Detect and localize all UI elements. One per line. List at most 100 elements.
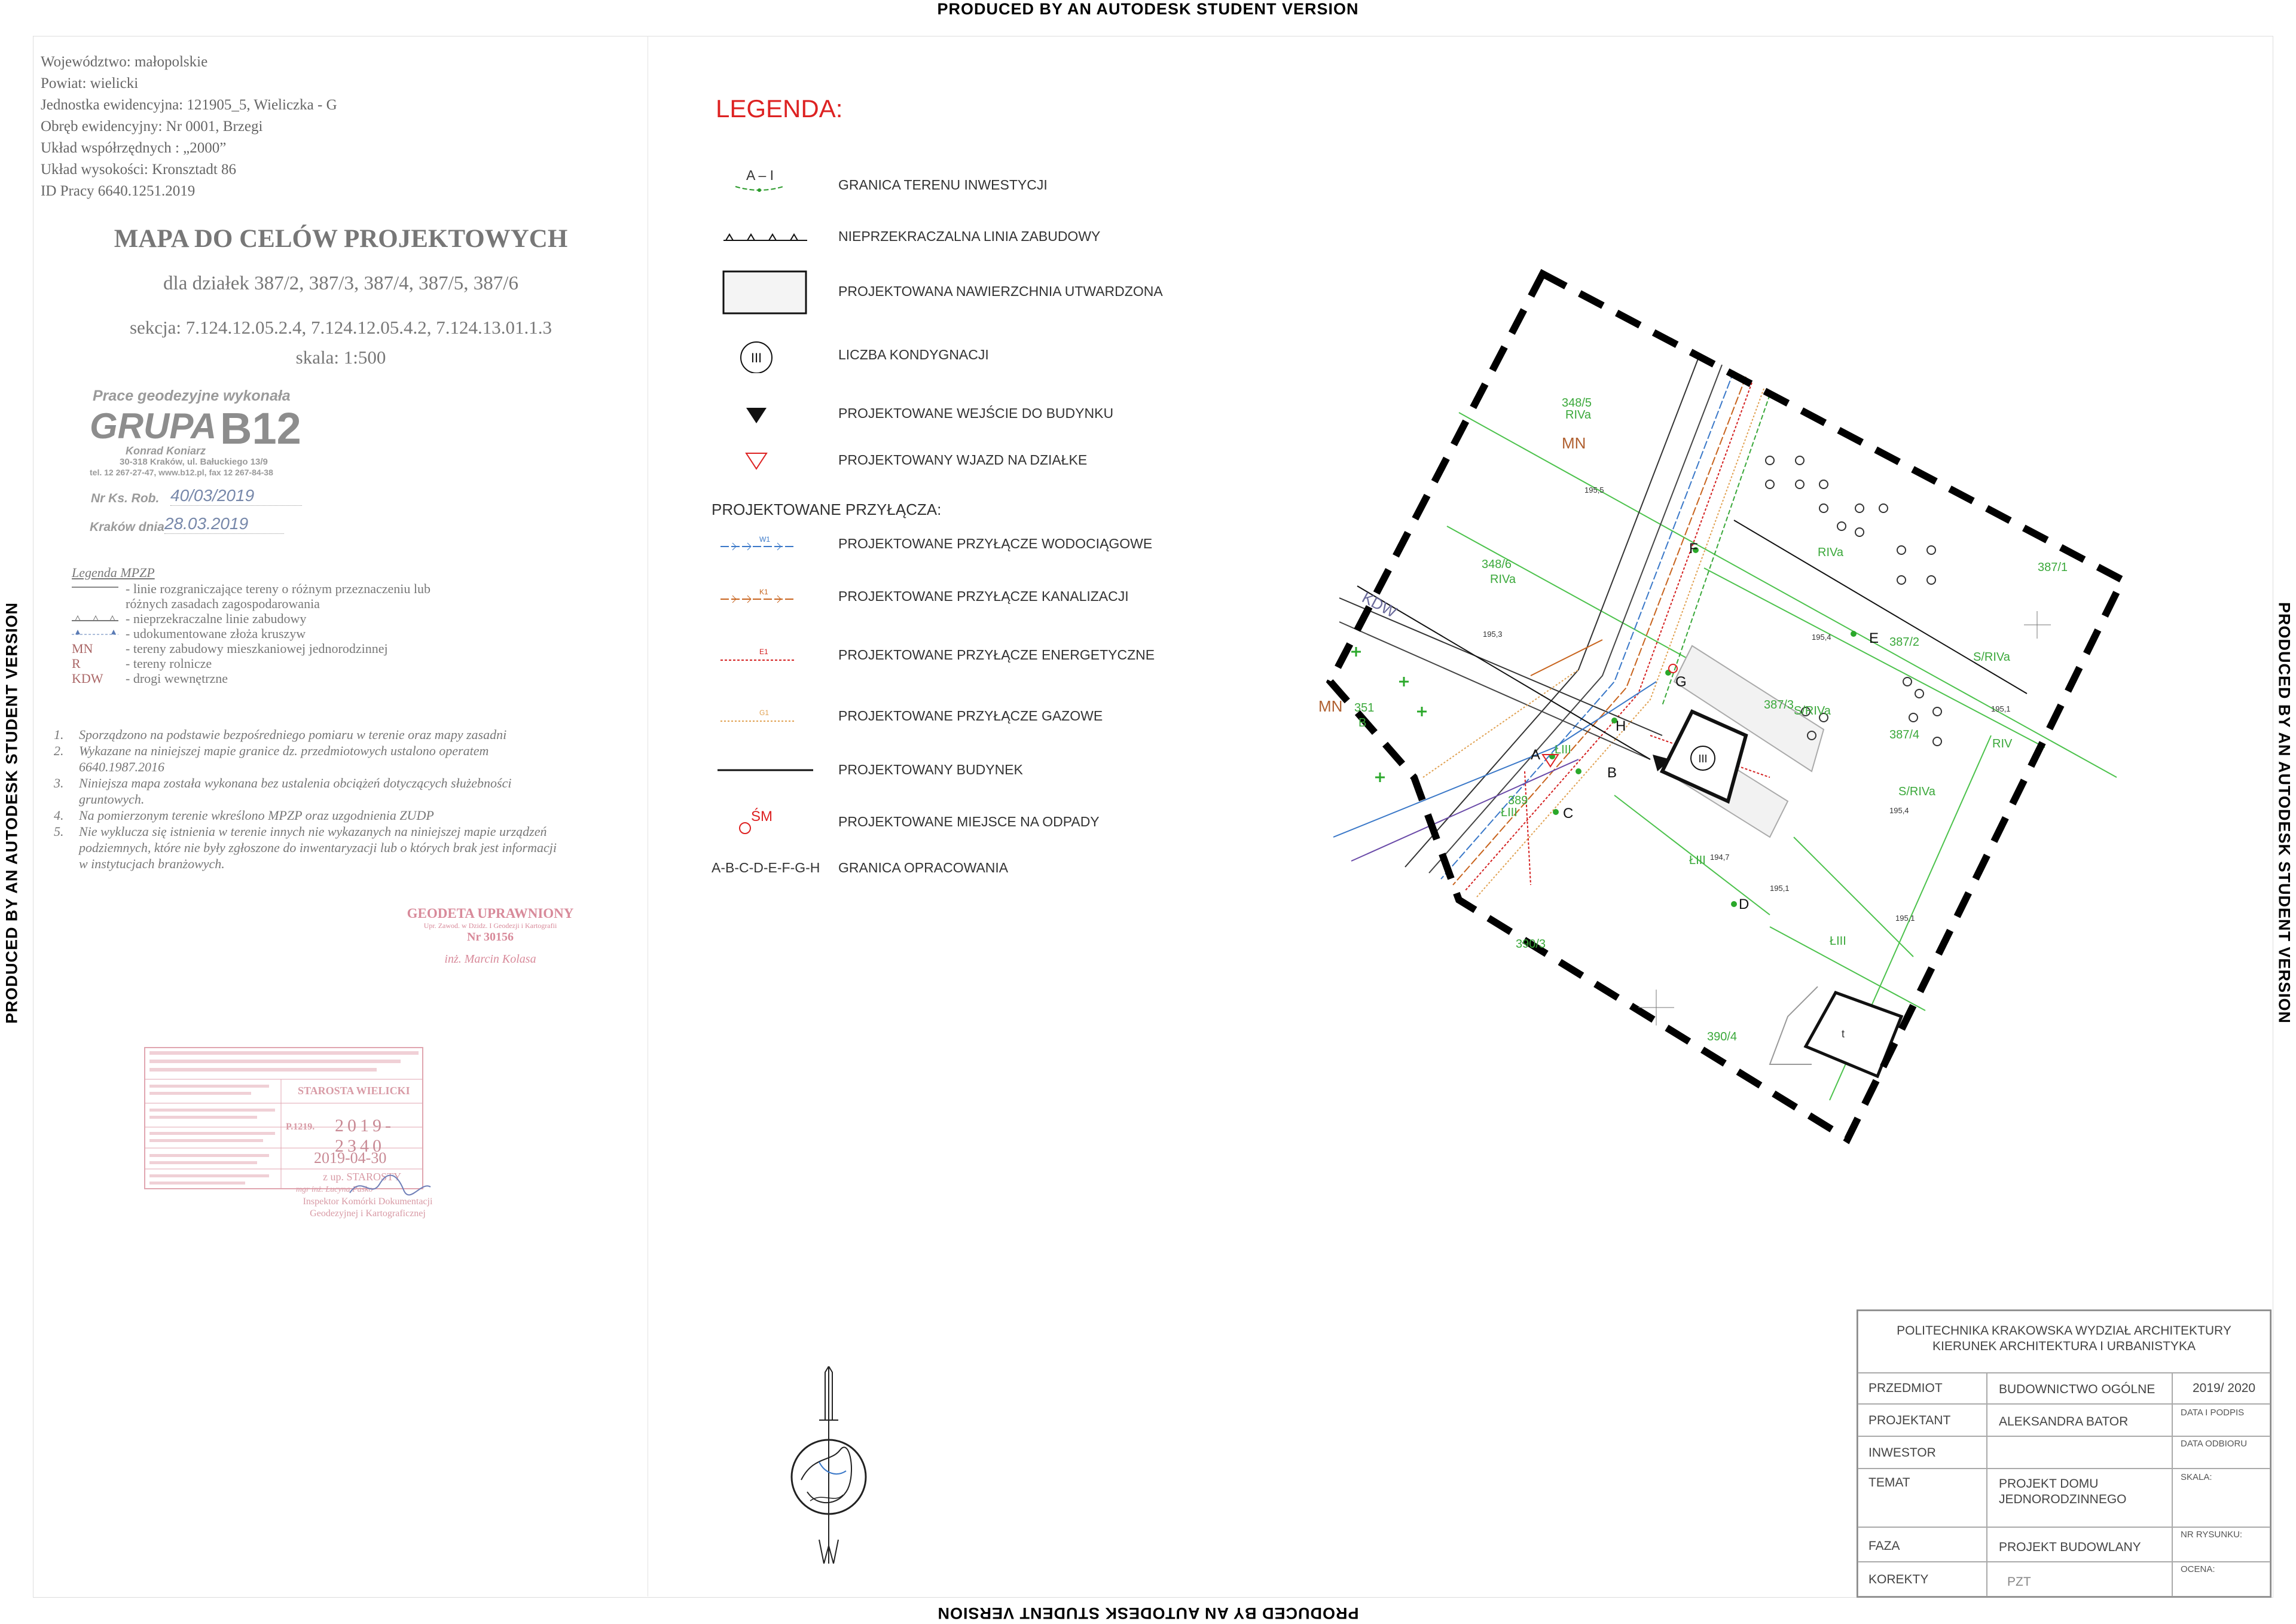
mpzp-legend-title: Legenda MPZP xyxy=(72,565,155,580)
legend-label: GRANICA OPRACOWANIA xyxy=(838,860,1009,875)
location-info: Województwo: małopolskie Powiat: wielick… xyxy=(41,51,337,202)
legend-item-paved-surface: PROJEKTOWANA NAWIERZCHNIA UTWARDZONA xyxy=(712,269,1190,317)
entrance-triangle-icon xyxy=(712,396,819,432)
boundary-points-text: A-B-C-D-E-F-G-H xyxy=(712,860,820,875)
zone-lines xyxy=(1446,412,2117,1101)
building-line-icon xyxy=(712,219,819,255)
mpzp-symbol: R xyxy=(72,656,81,671)
svg-text:195,1: 195,1 xyxy=(1895,914,1915,923)
faza-label: FAZA xyxy=(1868,1539,1900,1553)
svg-text:MN: MN xyxy=(1318,697,1342,715)
svg-text:195,5: 195,5 xyxy=(1584,486,1604,494)
svg-text:ŁIII: ŁIII xyxy=(1501,806,1518,819)
mpzp-row: - nieprzekraczalne linie zabudowy xyxy=(72,611,430,626)
svg-text:195,1: 195,1 xyxy=(1770,884,1790,893)
mpzp-row-text: - tereny rolnicze xyxy=(126,656,212,671)
surveyor-stamp-line2: Upr. Zawod. w Dzidz. I Geodezji i Kartog… xyxy=(423,921,557,930)
legend-label: PROJEKTOWANE PRZYŁĄCZE ENERGETYCZNE xyxy=(838,647,1155,663)
water-line-icon: W1 xyxy=(712,526,819,562)
temat-value-line2: JEDNORODZINNEGO xyxy=(1999,1492,2127,1506)
projektant-label: PROJEKTANT xyxy=(1868,1414,1951,1427)
stamp-brand-number: B12 xyxy=(220,404,301,453)
parcel-351: 351 xyxy=(1354,701,1374,715)
legend-item-floors: III LICZBA KONDYGNACJI xyxy=(712,337,1190,374)
legend-title: LEGENDA: xyxy=(716,94,843,123)
svg-text:RIVa: RIVa xyxy=(1818,546,1844,559)
skala-label: SKALA: xyxy=(2181,1472,2212,1482)
stamp-contact: tel. 12 267-27-47, www.b12.pl, fax 12 26… xyxy=(90,468,273,477)
svg-text:390/4: 390/4 xyxy=(1707,1030,1737,1043)
przedmiot-value: BUDOWNICTWO OGÓLNE xyxy=(1999,1382,2155,1396)
note-item: 4. Na pomierzonym terenie wkreślono MPZP … xyxy=(54,808,434,823)
faza-value: PROJEKT BUDOWLANY xyxy=(1999,1540,2141,1554)
nr-rysunku-label: NR RYSUNKU: xyxy=(2181,1530,2243,1540)
legend-item-gas: G1 PROJEKTOWANE PRZYŁĄCZE GAZOWE xyxy=(712,698,1190,734)
school-line2: KIERUNEK ARCHITEKTURA I URBANISTYKA xyxy=(1932,1339,2196,1353)
small-building-label: t xyxy=(1842,1028,1845,1040)
svg-text:MN: MN xyxy=(1562,434,1586,452)
svg-text:K1: K1 xyxy=(759,588,768,596)
office-signature-scribble xyxy=(349,1174,431,1196)
watermark-top: PRODUCED BY AN AUTODESK STUDENT VERSION xyxy=(937,0,1359,18)
mpzp-symbol: MN xyxy=(72,641,93,656)
legend-item-building: PROJEKTOWANY BUDYNEK xyxy=(712,752,1190,788)
svg-text:387/3: 387/3 xyxy=(1764,698,1794,712)
info-line: Obręb ewidencyjny: Nr 0001, Brzegi xyxy=(41,118,263,135)
svg-text:S/RIVa: S/RIVa xyxy=(1794,704,1831,718)
office-date: 2019-04-30 xyxy=(314,1149,387,1167)
svg-text:C: C xyxy=(1563,805,1573,822)
legend-item-building-line: NIEPRZEKRACZALNA LINIA ZABUDOWY xyxy=(712,219,1190,255)
map-subtitle: dla działek 387/2, 387/3, 387/4, 387/5, … xyxy=(163,273,518,294)
data-podpis-label: DATA I PODPIS xyxy=(2181,1408,2245,1418)
legend-item-electric: E1 PROJEKTOWANE PRZYŁĄCZE ENERGETYCZNE xyxy=(712,637,1190,673)
legend-item-driveway: PROJEKTOWANY WJAZD NA DZIAŁKE xyxy=(712,442,1190,478)
mpzp-row-text: - linie rozgraniczające tereny o różnym … xyxy=(126,581,430,596)
north-arrow-icon xyxy=(790,1366,867,1564)
info-line: Powiat: wielicki xyxy=(41,75,139,91)
map-notes: 1. Sporządzono na podstawie bezpośrednieg… xyxy=(54,726,568,872)
mpzp-row-text: - drogi wewnętrzne xyxy=(126,671,228,686)
stamp-nr-value: 40/03/2019 xyxy=(170,486,302,506)
info-line: Układ wysokości: Kronsztadt 86 xyxy=(41,161,237,178)
svg-text:390/3: 390/3 xyxy=(1516,938,1546,951)
zone-labels: MN MN KDW xyxy=(1318,434,1586,715)
watermark-bottom: PRODUCED BY AN AUTODESK STUDENT VERSION xyxy=(937,1604,1359,1622)
mpzp-row: różnych zasadach zagospodarowania xyxy=(72,596,430,611)
svg-text:A: A xyxy=(1531,747,1540,763)
svg-text:F: F xyxy=(1689,541,1698,557)
legend-label: PROJEKTOWANA NAWIERZCHNIA UTWARDZONA xyxy=(838,283,1163,299)
svg-text:ŚM: ŚM xyxy=(751,808,773,825)
svg-text:348/6: 348/6 xyxy=(1482,558,1512,571)
svg-text:195,1: 195,1 xyxy=(1991,704,2011,713)
info-line: ID Pracy 6640.1251.2019 xyxy=(41,183,196,199)
school-line1: POLITECHNIKA KRAKOWSKA WYDZIAŁ ARCHITEKT… xyxy=(1897,1324,2231,1338)
legend-item-sewage: K1 PROJEKTOWANE PRZYŁĄCZE KANALIZACJI xyxy=(712,579,1190,615)
surveyor-signature: inż. Marcin Kolasa xyxy=(444,953,536,966)
legend-item-investment-boundary: A – I GRANICA TERENU INWESTYCJI xyxy=(712,167,1190,203)
electric-line-icon: E1 xyxy=(712,637,819,673)
info-line: Układ współrzędnych : „2000” xyxy=(41,140,227,156)
svg-text:195,4: 195,4 xyxy=(1812,633,1831,642)
mpzp-row-text: - udokumentowane złoża kruszyw xyxy=(126,626,306,641)
korekty-label: KOREKTY xyxy=(1868,1573,1929,1586)
mpzp-row: - udokumentowane złoża kruszyw xyxy=(72,626,430,641)
mpzp-row-text: - nieprzekraczalne linie zabudowy xyxy=(126,611,307,626)
surveyor-stamp: GEODETA UPRAWNIONY Upr. Zawod. w Dzidz. … xyxy=(395,906,586,978)
svg-text:348/5: 348/5 xyxy=(1562,396,1592,410)
watermark-left: PRODUCED BY AN AUTODESK STUDENT VERSION xyxy=(2,602,21,1024)
legend-label: PROJEKTOWANE PRZYŁĄCZE KANALIZACJI xyxy=(838,588,1129,604)
stairs xyxy=(1769,986,1818,1065)
svg-text:RIV: RIV xyxy=(1992,737,2013,750)
svg-text:RIVa: RIVa xyxy=(1565,408,1592,422)
mpzp-symbol-building-line xyxy=(72,611,126,626)
site-plan-map: III t 348/5 RIVa 348/6 RIVa 387/1 387/2 … xyxy=(1318,268,2127,1144)
mpzp-symbol-boundary xyxy=(72,581,126,596)
stamp-brand: GRUPA xyxy=(90,406,217,446)
mpzp-symbol: KDW xyxy=(72,671,103,686)
info-line: Województwo: małopolskie xyxy=(41,54,208,70)
legend-item-waste: ŚM PROJEKTOWANE MIEJSCE NA ODPADY xyxy=(712,804,1190,840)
mpzp-row: KDW - drogi wewnętrzne xyxy=(72,671,430,686)
legend-label: PROJEKTOWANE MIEJSCE NA ODPADY xyxy=(838,814,1100,829)
stamp-heading: Prace geodezyjne wykonała xyxy=(93,387,291,404)
stamp-nr-label: Nr Ks. Rob. xyxy=(91,492,160,505)
